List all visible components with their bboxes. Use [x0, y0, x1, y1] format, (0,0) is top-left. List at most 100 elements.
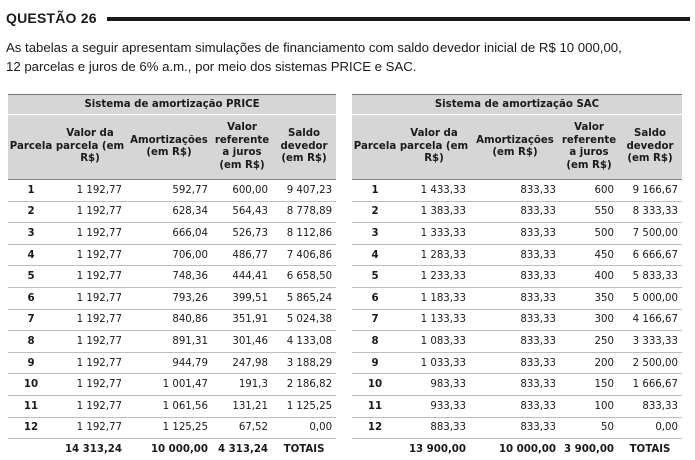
cell-parcela: 1: [8, 179, 54, 202]
question-header: QUESTÃO 26: [6, 7, 690, 29]
cell-parcela: 7: [352, 309, 398, 332]
table-row: 12 883,33 833,33 50 0,00: [352, 417, 682, 440]
cell-juros: 191,3: [212, 373, 272, 396]
cell-amortizacao: 1 061,56: [126, 395, 212, 418]
cell-amortizacao: 833,33: [470, 395, 560, 418]
cell-amortizacao: 833,33: [470, 179, 560, 202]
cell-parcela: 6: [8, 287, 54, 310]
table-row: 41 192,77 706,00 486,77 7 406,86: [8, 244, 337, 267]
cell-amortizacao: 833,33: [470, 201, 560, 224]
cell-amortizacao: 840,86: [126, 309, 212, 332]
cell-saldo-devedor: 833,33: [618, 395, 682, 418]
cell-saldo-devedor: 5 024,38: [272, 309, 337, 332]
table-row: 31 333,33 833,33 500 7 500,00: [352, 222, 682, 245]
table-row: 91 033,33 833,33 200 2 500,00: [352, 352, 682, 375]
cell-amortizacao: 944,79: [126, 352, 212, 375]
table-row: 71 192,77 840,86 351,91 5 024,38: [8, 309, 337, 332]
cell-valor-parcela: 1 033,33: [398, 352, 470, 375]
question-title: QUESTÃO 26: [6, 10, 97, 26]
cell-amortizacao: 833,33: [470, 417, 560, 440]
cell-parcela: 8: [8, 330, 54, 353]
cell-saldo-devedor: 2 500,00: [618, 352, 682, 375]
cell-amortizacao: 793,26: [126, 287, 212, 310]
column-header-amortizacoes: Amortizações (em R$): [470, 114, 560, 180]
cell-valor-parcela: 1 192,77: [54, 352, 126, 375]
cell-juros: 50: [560, 417, 618, 440]
cell-saldo-devedor: 8 778,89: [272, 201, 337, 224]
cell-parcela: 9: [8, 352, 54, 375]
cell-juros: 486,77: [212, 244, 272, 267]
cell-saldo-devedor: 1 666,67: [618, 373, 682, 396]
table-row: 11 933,33 833,33 100 833,33: [352, 395, 682, 418]
sac-table: Sistema de amortização SAC Parcela Valor…: [352, 94, 682, 460]
cell-juros: 301,46: [212, 330, 272, 353]
cell-juros: 550: [560, 201, 618, 224]
statement-line: 12 parcelas e juros de 6% a.m., por meio…: [6, 59, 417, 74]
cell-amortizacao: 748,36: [126, 265, 212, 288]
table-row: 11 192,77 592,77 600,00 9 407,23: [8, 179, 337, 202]
column-header-parcela: Parcela: [8, 114, 54, 180]
statement-line: As tabelas a seguir apresentam simulaçõe…: [6, 40, 622, 55]
cell-parcela: 2: [352, 201, 398, 224]
column-header-valor-parcela: Valor da parcela (em R$): [54, 114, 126, 180]
cell-valor-parcela: 1 233,33: [398, 265, 470, 288]
cell-amortizacao: 833,33: [470, 222, 560, 245]
cell-juros: 200: [560, 352, 618, 375]
cell-saldo-devedor: 8 112,86: [272, 222, 337, 245]
cell-juros: 150: [560, 373, 618, 396]
cell-valor-parcela: 1 192,77: [54, 395, 126, 418]
cell-parcela: 7: [8, 309, 54, 332]
cell-parcela: 2: [8, 201, 54, 224]
cell-parcela: 12: [8, 417, 54, 440]
cell-amortizacao: 833,33: [470, 352, 560, 375]
cell-parcela: 10: [352, 373, 398, 396]
cell-parcela: 11: [8, 395, 54, 418]
cell-parcela: 3: [8, 222, 54, 245]
cell-parcela: 5: [352, 265, 398, 288]
cell-juros: 600: [560, 179, 618, 202]
cell-amortizacao: 833,33: [470, 244, 560, 267]
cell-saldo-devedor: 9 166,67: [618, 179, 682, 202]
cell-valor-parcela: 883,33: [398, 417, 470, 440]
cell-parcela: 11: [352, 395, 398, 418]
question-statement: As tabelas a seguir apresentam simulaçõe…: [6, 38, 690, 76]
table-row: 51 192,77 748,36 444,41 6 658,50: [8, 265, 337, 288]
column-header-valor-parcela: Valor da parcela (em R$): [398, 114, 470, 180]
cell-amortizacao: 833,33: [470, 373, 560, 396]
cell-juros: 300: [560, 309, 618, 332]
cell-juros: 100: [560, 395, 618, 418]
cell-juros: 131,21: [212, 395, 272, 418]
table-row: 91 192,77 944,79 247,98 3 188,29: [8, 352, 337, 375]
table-row: 61 192,77 793,26 399,51 5 865,24: [8, 287, 337, 310]
table-row: 10 1 192,77 1 001,47 191,3 2 186,82: [8, 373, 337, 396]
cell-saldo-devedor: 5 833,33: [618, 265, 682, 288]
table-row: 51 233,33 833,33 400 5 833,33: [352, 265, 682, 288]
cell-juros: 600,00: [212, 179, 272, 202]
column-header-saldo-devedor: Saldo devedor (em R$): [618, 114, 682, 180]
cell-juros: 67,52: [212, 417, 272, 440]
column-header-parcela: Parcela: [352, 114, 398, 180]
cell-valor-parcela: 1 192,77: [54, 244, 126, 267]
cell-parcela: 5: [8, 265, 54, 288]
cell-juros: 444,41: [212, 265, 272, 288]
cell-valor-parcela: 1 433,33: [398, 179, 470, 202]
cell-valor-parcela: 1 133,33: [398, 309, 470, 332]
cell-amortizacao: 628,34: [126, 201, 212, 224]
cell-parcela: 9: [352, 352, 398, 375]
table-row: 21 192,77 628,34 564,43 8 778,89: [8, 201, 337, 224]
table-row: 41 283,33 833,33 450 6 666,67: [352, 244, 682, 267]
cell-juros: 564,43: [212, 201, 272, 224]
cell-amortizacao: 833,33: [470, 265, 560, 288]
cell-saldo-devedor: 9 407,23: [272, 179, 337, 202]
table-row: 71 133,33 833,33 300 4 166,67: [352, 309, 682, 332]
cell-juros: 526,73: [212, 222, 272, 245]
cell-parcela: 12: [352, 417, 398, 440]
cell-valor-parcela: 1 192,77: [54, 265, 126, 288]
table-row: 11 433,33 833,33 600 9 166,67: [352, 179, 682, 202]
cell-valor-parcela: 983,33: [398, 373, 470, 396]
cell-valor-parcela: 1 192,77: [54, 309, 126, 332]
cell-amortizacao: 891,31: [126, 330, 212, 353]
price-table-title: Sistema de amortização PRICE: [8, 94, 337, 115]
cell-amortizacao: 1 001,47: [126, 373, 212, 396]
cell-valor-parcela: 1 192,77: [54, 287, 126, 310]
